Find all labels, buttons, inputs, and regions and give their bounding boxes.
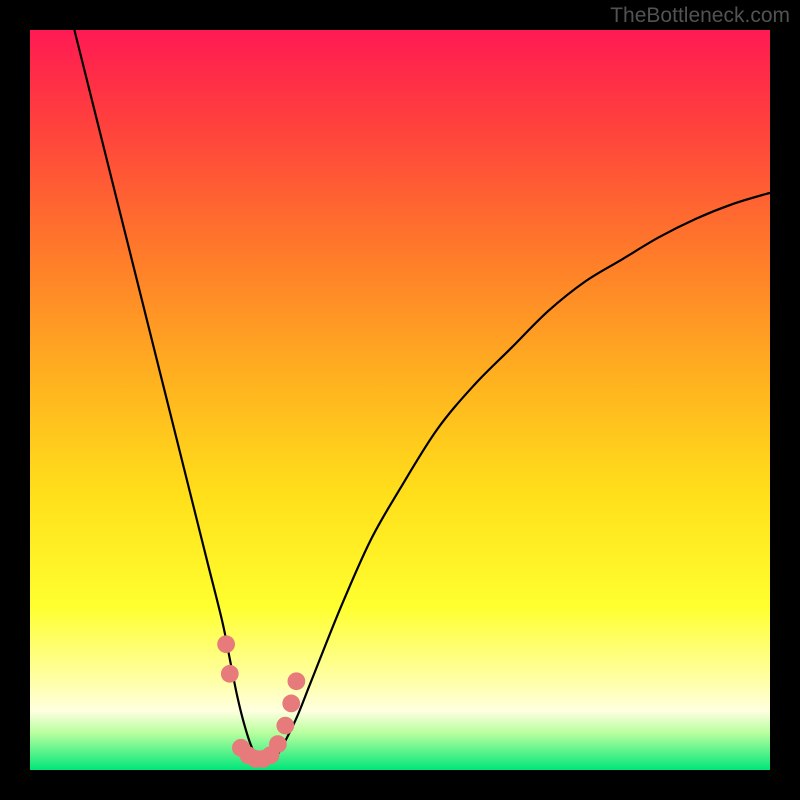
curve-marker xyxy=(269,735,287,753)
chart-frame: TheBottleneck.com xyxy=(0,0,800,800)
watermark-text: TheBottleneck.com xyxy=(610,4,790,28)
curve-marker xyxy=(221,665,239,683)
curve-marker xyxy=(288,672,306,690)
curve-marker xyxy=(217,635,235,653)
curve-marker xyxy=(282,695,300,713)
bottleneck-curve xyxy=(30,30,770,770)
curve-marker xyxy=(276,717,294,735)
plot-area xyxy=(30,30,770,770)
